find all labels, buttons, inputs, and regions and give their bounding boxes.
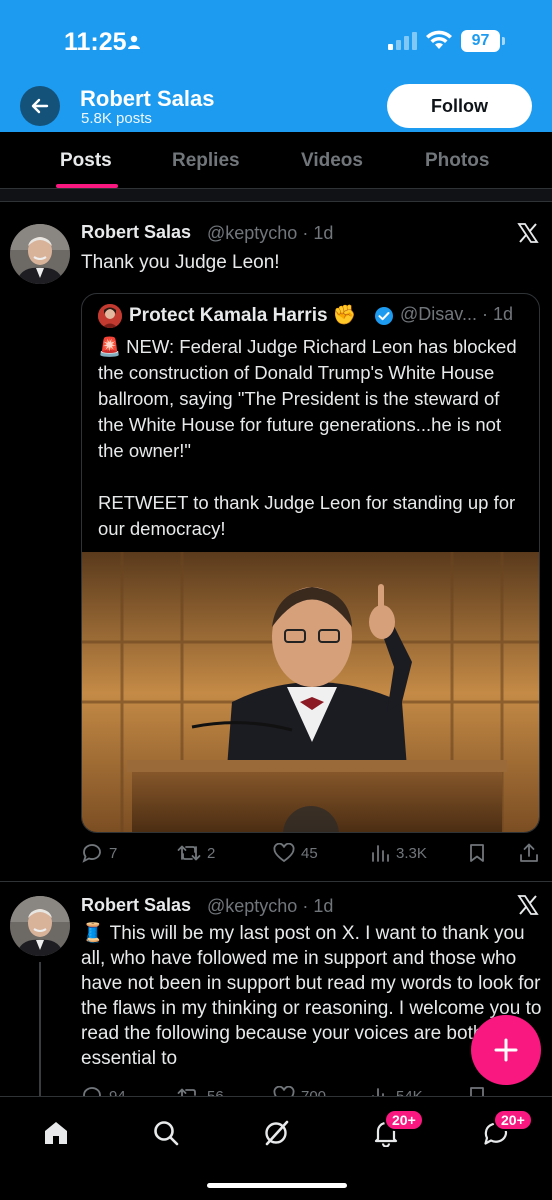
repost-icon (177, 845, 201, 861)
notifications-badge: 20+ (384, 1109, 424, 1131)
bookmark-icon (470, 1087, 484, 1096)
bookmark-icon (470, 844, 484, 862)
plus-icon (494, 1038, 518, 1062)
quoted-text-paragraph: RETWEET to thank Judge Leon for standing… (98, 492, 516, 539)
views-button[interactable]: 54K (370, 1086, 423, 1096)
nav-search[interactable] (146, 1113, 186, 1153)
tweet-text: Thank you Judge Leon! (81, 252, 280, 273)
repost-button[interactable]: 2 (177, 843, 215, 863)
views-button[interactable]: 3.3K (370, 843, 427, 863)
post-count: 5.8K posts (81, 110, 152, 127)
repost-button[interactable]: 56 (177, 1086, 224, 1096)
reply-count: 94 (109, 1087, 126, 1097)
status-time: 11:25 (64, 28, 127, 56)
tab-replies[interactable]: Replies (172, 150, 240, 172)
arrow-left-icon (31, 98, 49, 114)
author-name[interactable]: Robert Salas (81, 895, 191, 916)
like-count: 45 (301, 844, 318, 862)
tab-videos[interactable]: Videos (301, 150, 363, 172)
author-handle: @keptycho · 1d (207, 223, 334, 243)
share-button[interactable] (519, 843, 539, 863)
quoted-media-image[interactable] (82, 552, 539, 832)
reply-icon (82, 844, 101, 863)
reply-button[interactable]: 94 (81, 1086, 126, 1096)
reply-count: 7 (109, 844, 118, 862)
section-separator (0, 189, 552, 202)
tab-posts[interactable]: Posts (60, 150, 112, 172)
verified-badge-icon (375, 307, 393, 325)
repost-icon (177, 1088, 196, 1096)
avatar-image (10, 896, 70, 956)
quoted-text-paragraph: 🚨 NEW: Federal Judge Richard Leon has bl… (98, 336, 517, 461)
compose-button[interactable] (471, 1015, 541, 1085)
views-icon (372, 1088, 384, 1096)
battery-indicator: 97 (461, 30, 500, 52)
bookmark-button[interactable] (468, 1086, 486, 1096)
back-button[interactable] (20, 86, 60, 126)
like-button[interactable]: 700 (273, 1086, 326, 1096)
quoted-author-handle: @Disav... · 1d (400, 304, 513, 324)
profile-tabs: Posts Replies Videos Photos (0, 132, 552, 188)
repost-count: 2 (207, 844, 216, 862)
quoted-avatar (98, 304, 122, 328)
bookmark-button[interactable] (468, 843, 486, 863)
follow-button[interactable]: Follow (387, 84, 532, 128)
reply-button[interactable]: 7 (81, 843, 117, 863)
signal-icon (388, 32, 417, 50)
heart-icon (273, 843, 295, 863)
views-icon (372, 845, 389, 862)
messages-badge: 20+ (493, 1109, 533, 1131)
quoted-author-name: Protect Kamala Harris ✊ (129, 305, 357, 326)
judge-photo (82, 552, 539, 832)
thread-connector (39, 962, 41, 1096)
repost-count: 56 (207, 1087, 224, 1097)
quoted-tweet-text: 🚨 NEW: Federal Judge Richard Leon has bl… (98, 334, 528, 542)
avatar[interactable] (10, 224, 70, 284)
like-button[interactable]: 45 (273, 843, 318, 863)
battery-tip (502, 37, 505, 45)
heart-icon (273, 1086, 295, 1096)
tweet-actions: 94 56 700 54K (81, 1086, 541, 1096)
search-icon (154, 1121, 179, 1146)
person-icon (128, 35, 140, 49)
like-count: 700 (301, 1087, 327, 1097)
nav-grok[interactable] (256, 1113, 296, 1153)
avatar-image (10, 224, 70, 284)
author-name[interactable]: Robert Salas (81, 222, 191, 243)
quoted-avatar-image (98, 304, 122, 328)
x-logo-icon (517, 223, 539, 243)
author-handle: @keptycho · 1d (207, 896, 334, 916)
quoted-tweet[interactable]: Protect Kamala Harris ✊ @Disav... · 1d 🚨… (81, 293, 540, 833)
profile-name: Robert Salas (80, 86, 215, 111)
grok-icon (265, 1120, 289, 1146)
wifi-icon (426, 30, 452, 49)
view-count: 3.3K (396, 844, 427, 862)
tweet-actions: 7 2 45 3.3K (81, 843, 541, 867)
home-indicator (207, 1183, 347, 1188)
x-logo-icon (517, 895, 539, 915)
home-icon (45, 1122, 67, 1144)
tab-photos[interactable]: Photos (425, 150, 489, 172)
reply-icon (83, 1087, 101, 1096)
share-icon (520, 843, 538, 862)
divider (0, 881, 552, 882)
view-count: 54K (396, 1087, 423, 1097)
profile-header: 11:25 97 Robert Salas 5.8K posts Follow (0, 0, 552, 132)
avatar[interactable] (10, 896, 70, 956)
nav-home[interactable] (36, 1113, 76, 1153)
